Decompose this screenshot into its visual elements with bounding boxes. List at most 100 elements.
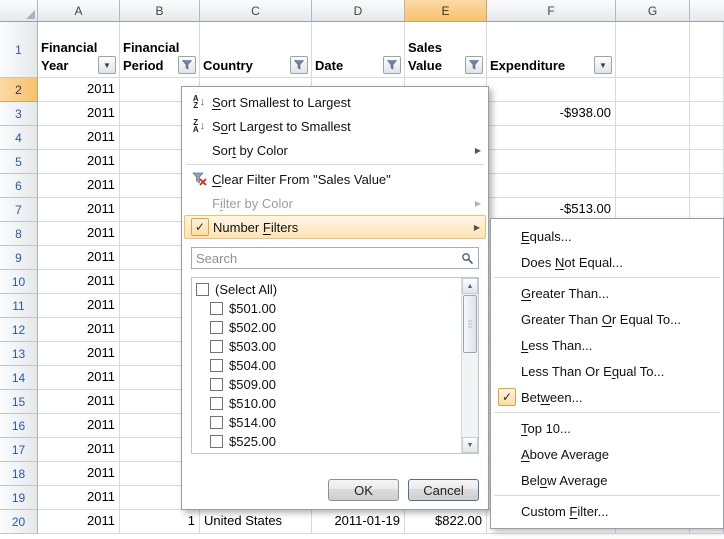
filter-button-f[interactable]: ▼ (594, 56, 612, 74)
row-header-4[interactable]: 4 (0, 126, 38, 150)
checkbox[interactable] (210, 435, 223, 448)
row-header-10[interactable]: 10 (0, 270, 38, 294)
row-header-5[interactable]: 5 (0, 150, 38, 174)
header-cell-expenditure[interactable]: Expenditure ▼ (487, 22, 616, 78)
menu-item-greater-than[interactable]: Greater Than... (491, 280, 723, 306)
menu-item-below-average[interactable]: Below Average (491, 467, 723, 493)
menu-item-clear-filter[interactable]: Clear Filter From "Sales Value" (184, 167, 486, 191)
list-item[interactable]: $501.00 (192, 299, 461, 318)
cell-A8[interactable]: 2011 (38, 222, 120, 246)
column-header-a[interactable]: A (38, 0, 120, 22)
cell-A19[interactable]: 2011 (38, 486, 120, 510)
column-header-e[interactable]: E (405, 0, 487, 22)
menu-item-top-10[interactable]: Top 10... (491, 415, 723, 441)
row-header-14[interactable]: 14 (0, 366, 38, 390)
row-header-12[interactable]: 12 (0, 318, 38, 342)
row-header-16[interactable]: 16 (0, 414, 38, 438)
list-item[interactable]: $509.00 (192, 375, 461, 394)
column-header-f[interactable]: F (487, 0, 616, 22)
menu-item-custom-filter[interactable]: Custom Filter... (491, 498, 723, 524)
row-header-6[interactable]: 6 (0, 174, 38, 198)
menu-item-equals[interactable]: Equals... (491, 223, 723, 249)
list-item[interactable]: $504.00 (192, 356, 461, 375)
cell-A12[interactable]: 2011 (38, 318, 120, 342)
checkbox[interactable] (210, 302, 223, 315)
checkbox[interactable] (210, 340, 223, 353)
cell-A6[interactable]: 2011 (38, 174, 120, 198)
row-header-19[interactable]: 19 (0, 486, 38, 510)
header-cell-date[interactable]: Date (312, 22, 405, 78)
cell-A13[interactable]: 2011 (38, 342, 120, 366)
menu-item-between[interactable]: ✓Between... (491, 384, 723, 410)
cell-A14[interactable]: 2011 (38, 366, 120, 390)
row-header-18[interactable]: 18 (0, 462, 38, 486)
menu-item-less-than[interactable]: Less Than... (491, 332, 723, 358)
header-cell-financial-period[interactable]: Financial Period (120, 22, 200, 78)
checkbox[interactable] (196, 283, 209, 296)
cell-C20[interactable]: United States (200, 510, 312, 534)
cell-F6[interactable] (487, 174, 616, 198)
row-header-20[interactable]: 20 (0, 510, 38, 534)
cell-G5[interactable] (616, 150, 690, 174)
cell-B20[interactable]: 1 (120, 510, 200, 534)
cell-E20[interactable]: $822.00 (405, 510, 487, 534)
cell-F3[interactable]: -$938.00 (487, 102, 616, 126)
list-item[interactable]: $503.00 (192, 337, 461, 356)
column-header-b[interactable]: B (120, 0, 200, 22)
search-input[interactable] (192, 251, 456, 266)
list-item[interactable]: $525.00 (192, 432, 461, 451)
column-header-g[interactable]: G (616, 0, 690, 22)
filter-button-a[interactable]: ▼ (98, 56, 116, 74)
cell-A3[interactable]: 2011 (38, 102, 120, 126)
checkbox[interactable] (210, 378, 223, 391)
menu-item-sort-by-color[interactable]: Sort by Color▶ (184, 138, 486, 162)
list-item[interactable]: $510.00 (192, 394, 461, 413)
filter-button-c[interactable] (290, 56, 308, 74)
row-header-11[interactable]: 11 (0, 294, 38, 318)
menu-item-above-average[interactable]: Above Average (491, 441, 723, 467)
header-cell-country[interactable]: Country (200, 22, 312, 78)
checkbox[interactable] (210, 397, 223, 410)
cell-F2[interactable] (487, 78, 616, 102)
checkbox[interactable] (210, 416, 223, 429)
filter-button-e[interactable] (465, 56, 483, 74)
row-header-9[interactable]: 9 (0, 246, 38, 270)
list-item[interactable]: $514.00 (192, 413, 461, 432)
header-cell-sales-value[interactable]: Sales Value (405, 22, 487, 78)
filter-button-b[interactable] (178, 56, 196, 74)
menu-item-greater-than-or-equal-to[interactable]: Greater Than Or Equal To... (491, 306, 723, 332)
cell-A2[interactable]: 2011 (38, 78, 120, 102)
scroll-up-button[interactable]: ▲ (462, 278, 478, 294)
cell-A4[interactable]: 2011 (38, 126, 120, 150)
list-item[interactable]: $502.00 (192, 318, 461, 337)
cell-A17[interactable]: 2011 (38, 438, 120, 462)
cell-A7[interactable]: 2011 (38, 198, 120, 222)
cell-A5[interactable]: 2011 (38, 150, 120, 174)
cell-F4[interactable] (487, 126, 616, 150)
scrollbar[interactable]: ▲ ▼ (461, 278, 478, 453)
cell-F5[interactable] (487, 150, 616, 174)
row-header-7[interactable]: 7 (0, 198, 38, 222)
cell-A10[interactable]: 2011 (38, 270, 120, 294)
scroll-down-button[interactable]: ▼ (462, 437, 478, 453)
row-header-1[interactable]: 1 (0, 22, 38, 78)
header-cell-financial-year[interactable]: Financial Year ▼ (38, 22, 120, 78)
cell-G6[interactable] (616, 174, 690, 198)
cell-A16[interactable]: 2011 (38, 414, 120, 438)
checkbox[interactable] (210, 359, 223, 372)
row-header-8[interactable]: 8 (0, 222, 38, 246)
menu-item-sort-largest-to-smallest[interactable]: ZA↓Sort Largest to Smallest (184, 114, 486, 138)
cell-A20[interactable]: 2011 (38, 510, 120, 534)
menu-item-does-not-equal[interactable]: Does Not Equal... (491, 249, 723, 275)
row-header-2[interactable]: 2 (0, 78, 38, 102)
cell-G4[interactable] (616, 126, 690, 150)
checkbox[interactable] (210, 321, 223, 334)
column-header-c[interactable]: C (200, 0, 312, 22)
menu-item-number-filters[interactable]: ✓Number Filters▶ (184, 215, 486, 239)
row-header-13[interactable]: 13 (0, 342, 38, 366)
list-item[interactable]: (Select All) (192, 280, 461, 299)
cell-A9[interactable]: 2011 (38, 246, 120, 270)
scroll-thumb[interactable] (463, 295, 477, 353)
cell-D20[interactable]: 2011-01-19 (312, 510, 405, 534)
row-header-15[interactable]: 15 (0, 390, 38, 414)
